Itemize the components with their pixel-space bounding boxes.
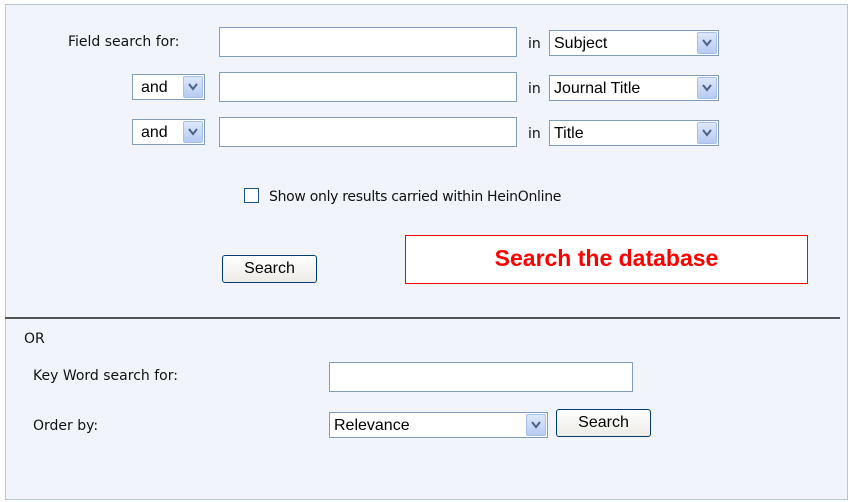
in-label-1: in (528, 36, 541, 52)
field-search-label: Field search for: (68, 34, 180, 50)
in-label-3: in (528, 126, 541, 142)
field-search-input-2[interactable] (219, 72, 517, 102)
operator-select-2[interactable]: and (132, 74, 205, 100)
search-the-database-callout: Search the database (405, 235, 808, 284)
order-by-select[interactable]: Relevance (329, 412, 548, 438)
chevron-down-icon[interactable] (697, 32, 717, 54)
keyword-search-label: Key Word search for: (33, 368, 178, 384)
in-label-2: in (528, 81, 541, 97)
or-label: OR (24, 331, 45, 347)
chevron-down-icon[interactable] (526, 414, 546, 436)
operator-select-3[interactable]: and (132, 119, 205, 145)
field-select-1[interactable]: Subject (549, 30, 719, 56)
order-by-select-value: Relevance (334, 417, 410, 434)
operator-select-3-value: and (141, 124, 168, 141)
field-search-input-1[interactable] (219, 27, 517, 57)
heinonline-only-label: Show only results carried within HeinOnl… (269, 189, 562, 205)
order-by-label: Order by: (33, 418, 99, 434)
field-select-1-value: Subject (554, 35, 608, 52)
keyword-search-button[interactable]: Search (556, 409, 651, 437)
field-search-button[interactable]: Search (222, 255, 317, 283)
heinonline-only-checkbox[interactable] (244, 188, 259, 203)
chevron-down-icon[interactable] (183, 121, 203, 143)
chevron-down-icon[interactable] (697, 122, 717, 144)
field-select-3-value: Title (554, 125, 584, 142)
keyword-search-input[interactable] (329, 362, 633, 392)
field-select-2-value: Journal Title (554, 80, 641, 97)
field-search-input-3[interactable] (219, 117, 517, 147)
chevron-down-icon[interactable] (183, 76, 203, 98)
operator-select-2-value: and (141, 79, 168, 96)
field-select-3[interactable]: Title (549, 120, 719, 146)
callout-text: Search the database (494, 245, 719, 271)
chevron-down-icon[interactable] (697, 77, 717, 99)
field-select-2[interactable]: Journal Title (549, 75, 719, 101)
section-divider (5, 317, 840, 319)
